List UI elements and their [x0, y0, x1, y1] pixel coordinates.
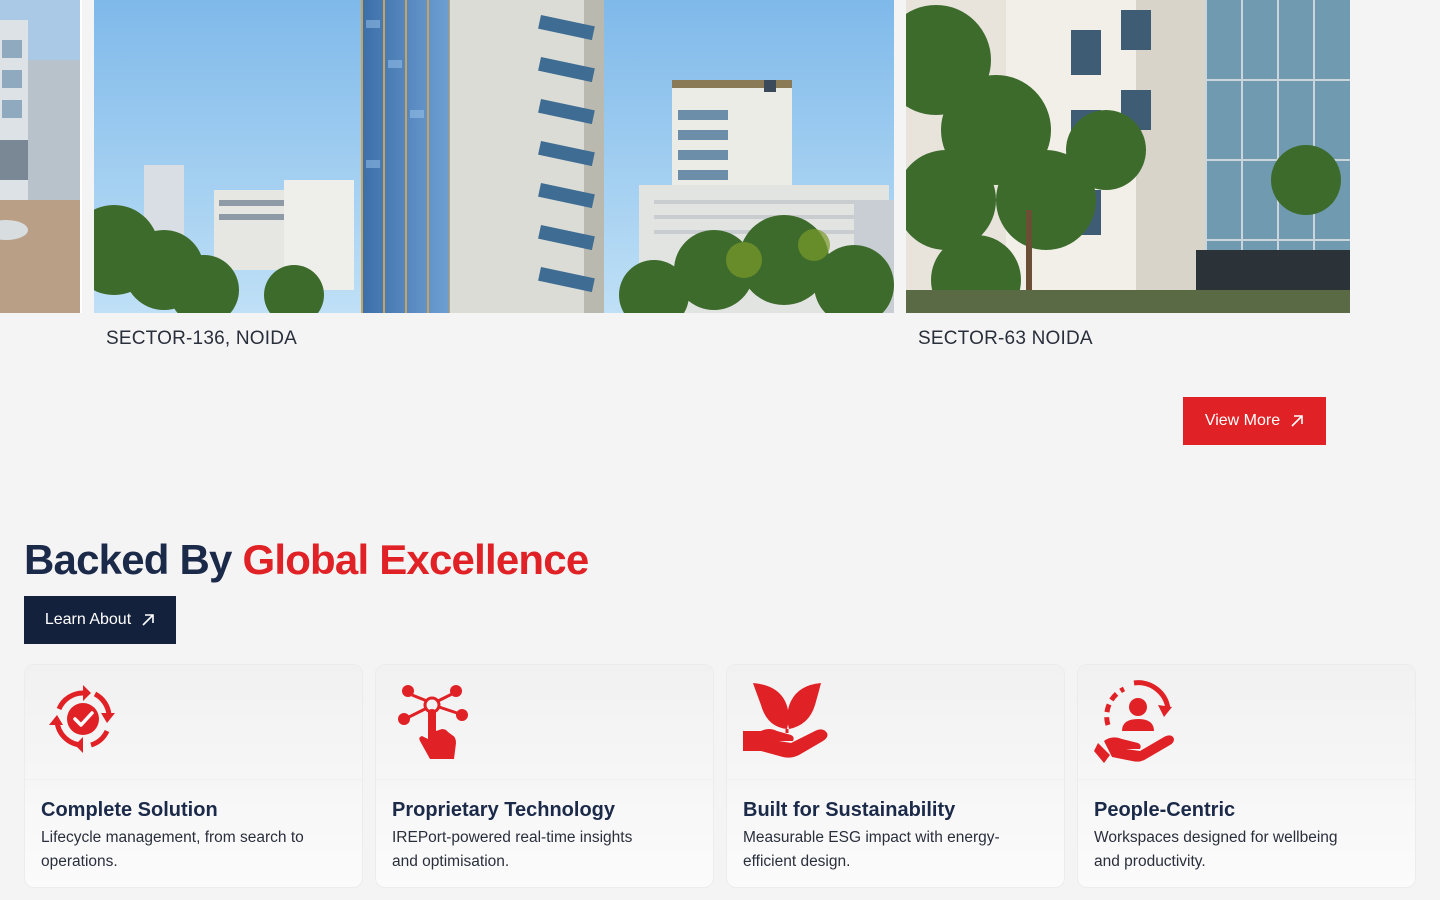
- feature-card: Proprietary Technology IREPort-powered r…: [375, 664, 714, 888]
- arrow-up-right-icon: [142, 614, 154, 626]
- feature-card: Complete Solution Lifecycle management, …: [24, 664, 363, 888]
- property-location: SECTOR-136, NOIDA: [106, 328, 297, 349]
- card-description: IREPort-powered real-time insights and o…: [392, 829, 633, 870]
- feature-card: People-Centric Workspaces designed for w…: [1077, 664, 1416, 888]
- feature-card: Built for Sustainability Measurable ESG …: [726, 664, 1065, 888]
- feature-cards: Complete Solution Lifecycle management, …: [24, 664, 1416, 888]
- card-title: Proprietary Technology: [392, 799, 616, 821]
- view-more-button[interactable]: View More: [1183, 397, 1326, 445]
- hand-leaf-icon: [743, 683, 828, 758]
- property-image: [94, 0, 894, 313]
- property-image: [906, 0, 1350, 313]
- card-title: People-Centric: [1094, 799, 1236, 821]
- card-title: Built for Sustainability: [743, 799, 956, 821]
- divider: [727, 779, 1064, 780]
- card-description: Measurable ESG impact with energy-effici…: [743, 829, 1000, 870]
- property-carousel: SECTOR-136, NOIDA SECTOR-63 NOIDA: [0, 0, 1440, 360]
- divider: [25, 779, 362, 780]
- touch-network-icon: [398, 685, 468, 759]
- arrow-up-right-icon: [1291, 415, 1303, 427]
- learn-about-label: Learn About: [44, 611, 132, 628]
- divider: [1078, 779, 1415, 780]
- cycle-check-icon: [49, 685, 115, 753]
- property-location: SECTOR-63 NOIDA: [918, 328, 1093, 349]
- section-title-part2: Global Excellence: [242, 536, 589, 583]
- property-image: [0, 0, 82, 313]
- view-more-label: View More: [1204, 412, 1281, 429]
- people-care-icon: [1094, 680, 1174, 763]
- card-description: Lifecycle management, from search to ope…: [41, 829, 304, 870]
- divider: [376, 779, 713, 780]
- card-title: Complete Solution: [41, 799, 218, 821]
- section-title: Backed By Global Excellence: [24, 536, 589, 584]
- section-title-part1: Backed By: [24, 536, 232, 583]
- learn-about-button[interactable]: Learn About: [24, 596, 176, 644]
- card-description: Workspaces designed for wellbeing and pr…: [1094, 829, 1338, 870]
